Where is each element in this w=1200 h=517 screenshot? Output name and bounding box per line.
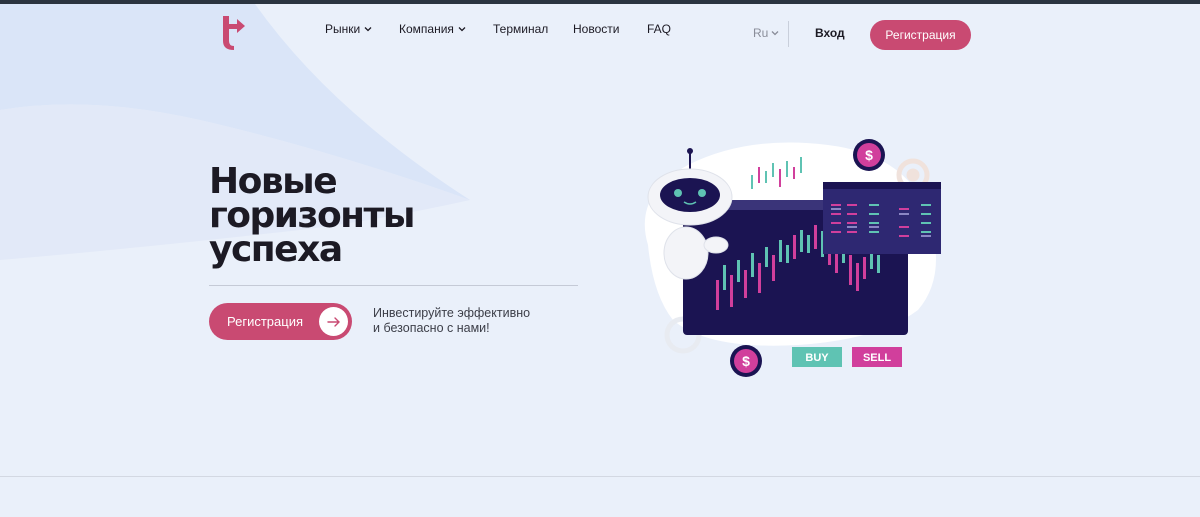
chevron-down-icon xyxy=(458,27,466,32)
language-label: Ru xyxy=(753,26,769,40)
hero-register-label: Регистрация xyxy=(227,314,303,329)
dollar-symbol: $ xyxy=(865,147,873,163)
nav-item-news[interactable]: Новости xyxy=(573,22,619,36)
hero-register-button[interactable]: Регистрация xyxy=(209,303,352,340)
hero-title-line: горизонты xyxy=(209,195,415,236)
nav-label: FAQ xyxy=(647,22,672,36)
sell-button[interactable]: SELL xyxy=(852,347,902,367)
logo-icon[interactable] xyxy=(218,14,246,50)
buy-label: BUY xyxy=(805,352,829,364)
hero-title-line: успеха xyxy=(209,229,343,270)
header-divider xyxy=(788,21,789,47)
section-divider xyxy=(0,476,1200,477)
nav-item-terminal[interactable]: Терминал xyxy=(493,22,548,36)
dollar-coin-icon: $ xyxy=(730,345,762,377)
dollar-coin-icon: $ xyxy=(853,139,885,171)
trading-illustration: $ $ BUY SELL xyxy=(644,139,941,377)
hero-subtitle: Инвестируйте эффективно и безопасно с на… xyxy=(373,306,573,336)
hero-subtitle-line: Инвестируйте эффективно xyxy=(373,306,531,320)
hero-divider xyxy=(209,285,578,286)
nav-label: Компания xyxy=(399,22,454,36)
nav-item-faq[interactable]: FAQ xyxy=(647,22,671,36)
register-button[interactable]: Регистрация xyxy=(870,20,971,50)
hero-title: Новые горизонты успеха xyxy=(209,161,569,270)
site-header: Рынки Компания Терминал Новости FAQ Ru В… xyxy=(0,4,1200,56)
buy-button[interactable]: BUY xyxy=(792,347,842,367)
nav-label: Рынки xyxy=(325,22,361,36)
nav-label: Терминал xyxy=(493,22,549,36)
nav-item-company[interactable]: Компания xyxy=(399,22,466,36)
nav-label: Новости xyxy=(573,22,620,36)
dollar-symbol: $ xyxy=(742,353,750,369)
login-link[interactable]: Вход xyxy=(815,26,845,40)
hero-subtitle-line: и безопасно с нами! xyxy=(373,321,490,335)
nav-item-markets[interactable]: Рынки xyxy=(325,22,372,36)
hero-title-line: Новые xyxy=(209,161,338,202)
background-swoosh xyxy=(0,4,470,260)
chevron-down-icon xyxy=(771,31,779,36)
sell-label: SELL xyxy=(863,352,891,364)
language-selector[interactable]: Ru xyxy=(753,26,779,40)
chevron-down-icon xyxy=(364,27,372,32)
arrow-right-icon xyxy=(319,307,348,336)
